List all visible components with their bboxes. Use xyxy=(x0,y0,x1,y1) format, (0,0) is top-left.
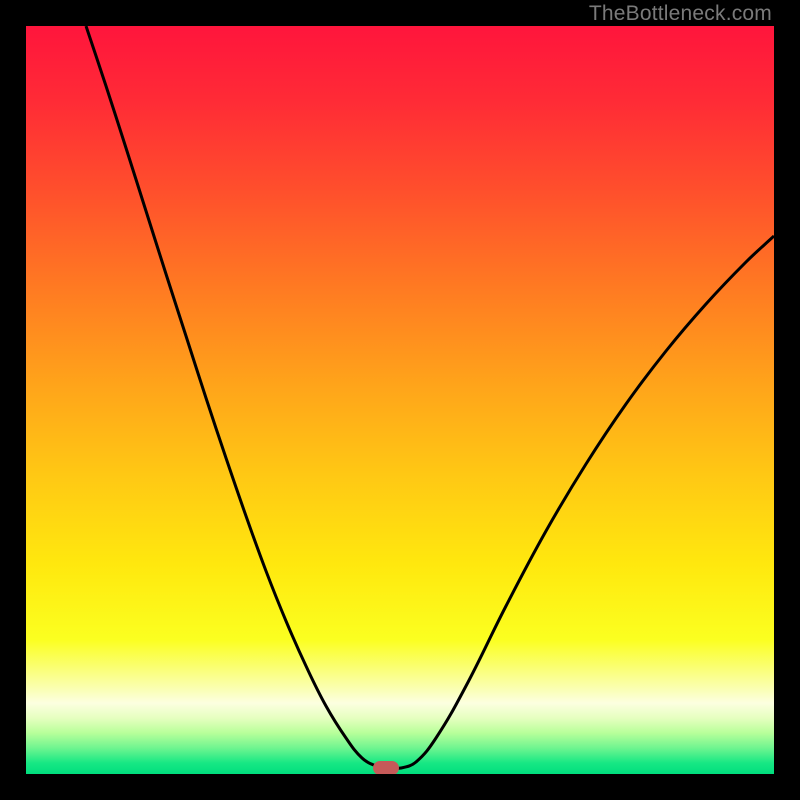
outer-frame: TheBottleneck.com xyxy=(0,0,800,800)
watermark-text: TheBottleneck.com xyxy=(589,2,772,26)
bottleneck-curve xyxy=(86,26,774,769)
curve-layer xyxy=(26,26,774,774)
optimal-marker xyxy=(373,761,399,774)
plot-area xyxy=(26,26,774,774)
